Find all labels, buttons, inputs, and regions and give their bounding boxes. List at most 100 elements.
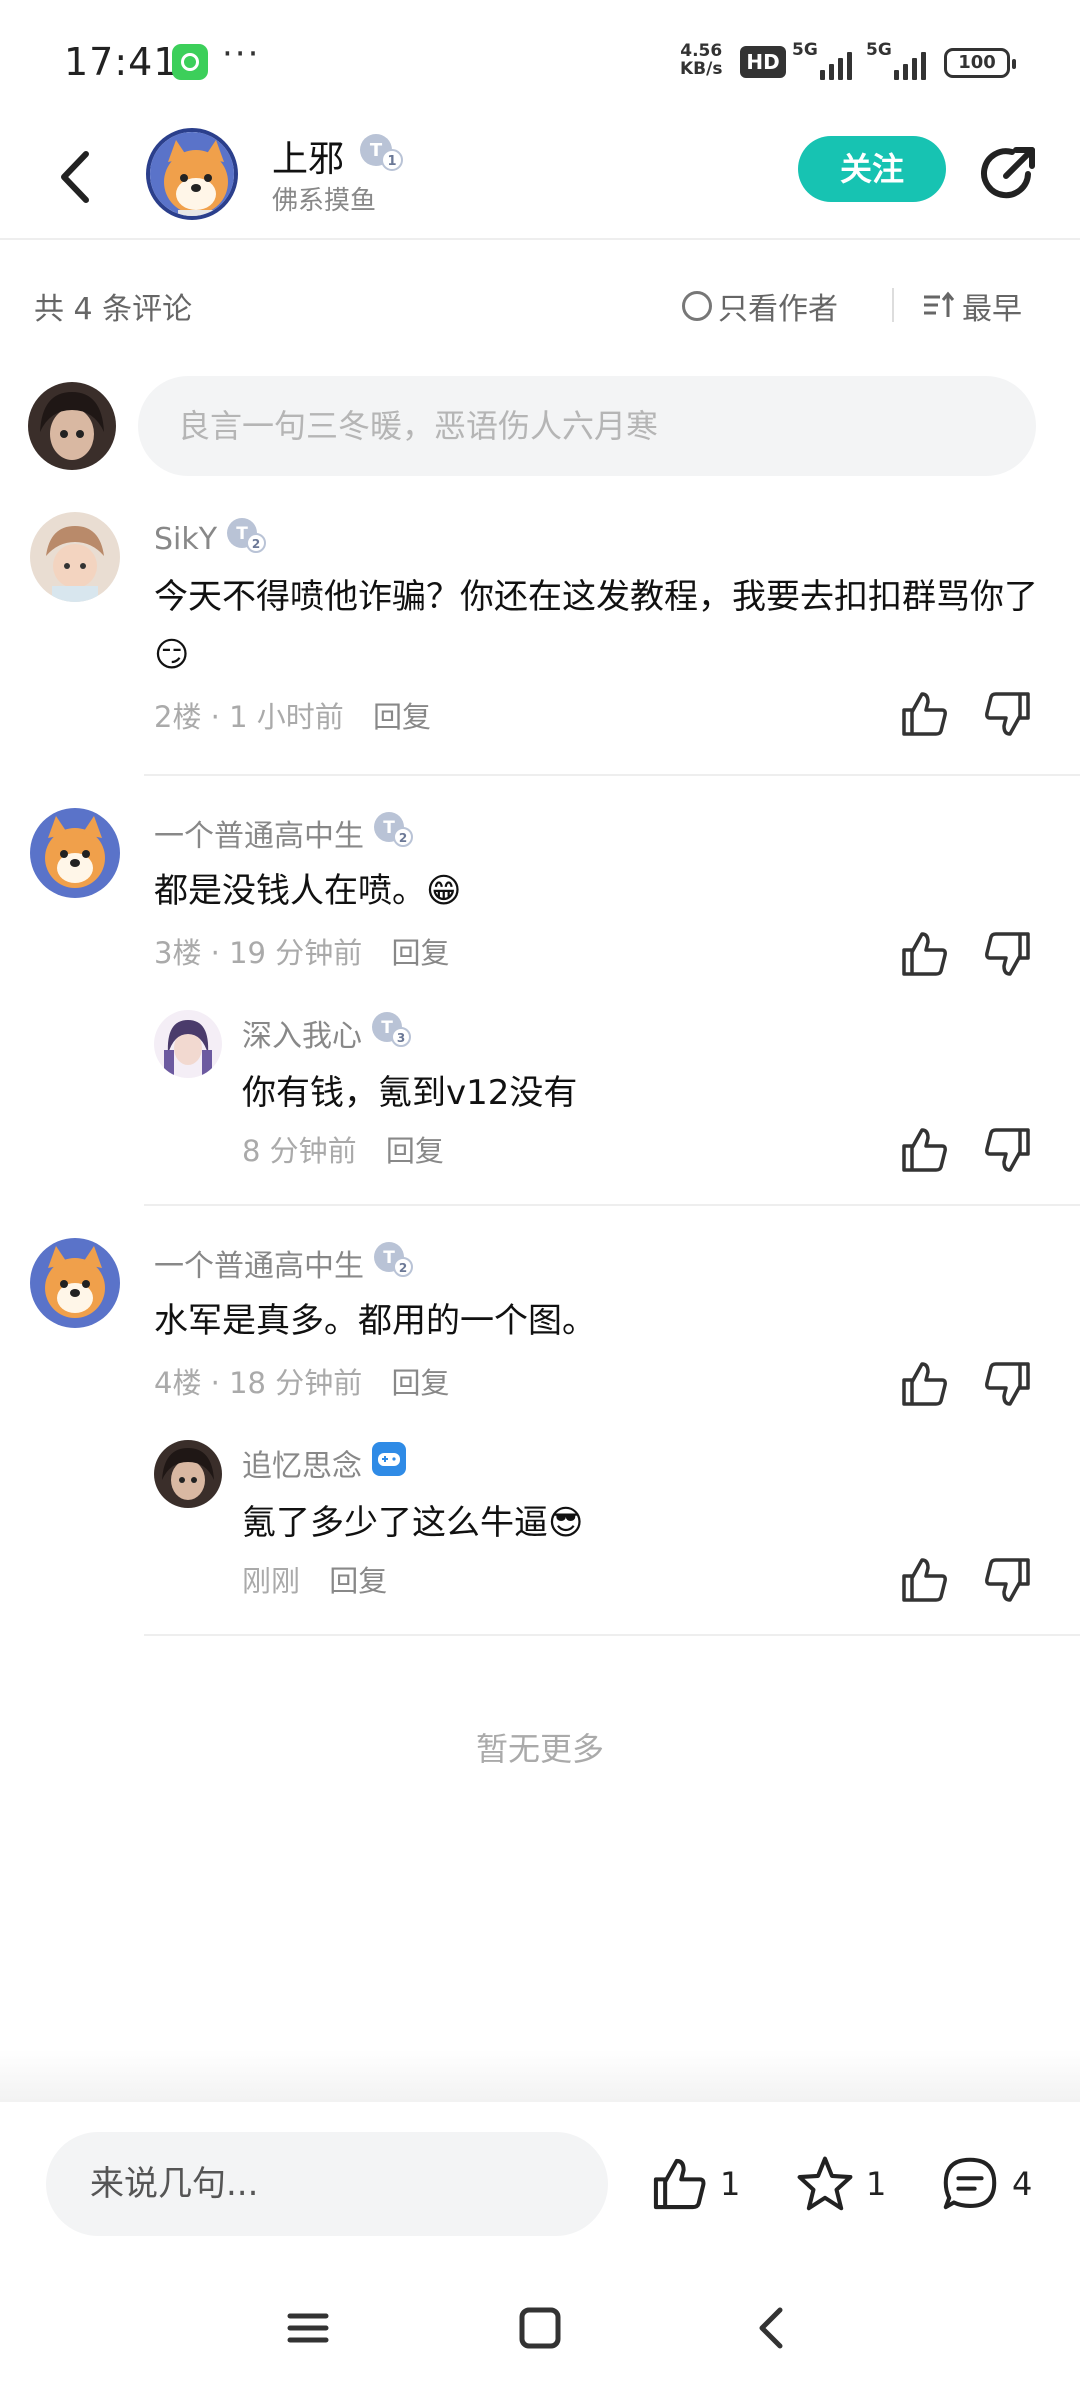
like-button[interactable] [898,928,950,980]
comment-count: 共 4 条评论 [34,292,193,327]
like-button[interactable] [898,1554,950,1606]
author-only-label: 只看作者 [718,292,838,327]
svg-text:2: 2 [399,1261,407,1275]
level-badge-icon: T 1 [358,132,404,176]
sort-button[interactable]: 最早 [922,284,1022,328]
emoji-icon: 😎 [548,1503,584,1543]
commenter-avatar[interactable] [30,1238,120,1328]
radio-circle-icon [682,291,712,321]
status-time: 17:41 [64,40,179,84]
reply-button[interactable]: 回复 [391,936,449,970]
battery-icon: 100 [944,48,1016,78]
dislike-button[interactable] [982,1124,1034,1176]
menu-nav-button[interactable] [278,2298,338,2358]
like-post-button[interactable]: 1 [648,2154,740,2214]
signal-icon-2: 5G [866,40,938,80]
comment-meta: 2楼 · 1 小时前 回复 [154,700,432,734]
divider [892,288,894,322]
svg-text:T: T [370,140,383,161]
svg-text:2: 2 [399,831,407,845]
thumbs-down-icon [985,1362,1030,1406]
svg-text:3: 3 [397,1031,405,1045]
commenter-name[interactable]: SikY T2 [154,516,267,562]
like-button[interactable] [898,1124,950,1176]
thumbs-up-icon [902,932,947,976]
more-notifications-icon: ··· [222,34,261,74]
author-name[interactable]: 上邪 [272,130,344,182]
comment-input[interactable] [138,376,1036,476]
comment-bubble-icon [943,2157,997,2210]
comment-meta-row: 共 4 条评论 只看作者 最早 [0,270,1080,340]
dislike-button[interactable] [982,1358,1034,1410]
svg-text:1: 1 [387,154,396,169]
my-avatar [28,382,116,470]
comment-divider [144,1204,1080,1206]
comment-count-badge: 4 [1012,2165,1033,2203]
commenter-avatar[interactable] [30,808,120,898]
emoji-icon: 😁 [426,871,462,911]
thumbs-down-icon [985,1128,1030,1172]
dislike-button[interactable] [982,1554,1034,1606]
thumbs-up-icon [902,1128,947,1172]
like-count: 1 [720,2165,741,2203]
back-button[interactable] [48,142,108,212]
thumbs-down-icon [985,692,1030,736]
level-badge-icon: T2 [225,516,267,562]
level-badge-icon: T2 [372,1240,414,1286]
like-button[interactable] [898,1358,950,1410]
favorite-button[interactable]: 1 [794,2154,886,2214]
comment-meta: 3楼 · 19 分钟前 回复 [154,936,450,970]
thumbs-up-icon [902,692,947,736]
back-arrow-icon [759,2307,783,2349]
thumbs-down-icon [985,932,1030,976]
comment-text: 今天不得喷他诈骗？你还在这发教程，我要去扣扣群骂你了😏 [154,577,1038,675]
dislike-button[interactable] [982,688,1034,740]
bottom-fade [0,2050,1080,2102]
hd-icon: HD [740,46,786,78]
follow-button[interactable]: 关注 [798,136,946,202]
sort-icon [924,291,955,317]
back-nav-button[interactable] [742,2298,802,2358]
level-badge-icon: T2 [372,810,414,856]
reply-meta: 8 分钟前 回复 [242,1134,444,1168]
svg-text:2: 2 [252,537,260,551]
author-subtitle: 佛系摸鱼 [272,186,377,216]
reply-button[interactable]: 回复 [391,1366,449,1400]
favorite-count: 1 [866,2165,887,2203]
like-button[interactable] [898,688,950,740]
app-notification-icon [172,44,208,80]
reply-button[interactable]: 回复 [386,1134,444,1168]
system-nav-bar [0,2262,1080,2400]
commenter-name[interactable]: 一个普通高中生 T2 [154,1240,414,1286]
comments-button[interactable]: 4 [938,2154,1032,2214]
reply-button[interactable]: 回复 [329,1564,387,1598]
home-nav-button[interactable] [510,2298,570,2358]
commenter-name[interactable]: 一个普通高中生 T2 [154,810,414,856]
reply-button[interactable]: 回复 [373,700,431,734]
comment-text: 都是没钱人在喷。😁 [154,871,462,911]
dislike-button[interactable] [982,928,1034,980]
no-more-label: 暂无更多 [475,1730,604,1768]
comment-divider [144,1634,1080,1636]
menu-icon [287,2313,329,2343]
author-avatar[interactable] [146,128,238,220]
thumbs-up-icon [902,1558,947,1602]
reply-name[interactable]: 追忆思念 [242,1440,408,1486]
commenter-avatar[interactable] [30,512,120,602]
signal-icon: 5G [792,40,864,80]
author-only-toggle[interactable]: 只看作者 [682,284,838,328]
comment-meta: 4楼 · 18 分钟前 回复 [154,1366,450,1400]
reply-avatar[interactable] [154,1440,222,1508]
network-speed: 4.56 KB/s [680,41,723,79]
reply-avatar[interactable] [154,1010,222,1078]
post-header: 上邪 T 1 佛系摸鱼 关注 [0,120,1080,240]
square-icon [519,2307,561,2349]
gamepad-badge-icon [370,1440,408,1486]
share-icon [981,147,1035,199]
thumbs-up-icon [902,1362,947,1406]
reply-text: 你有钱，氪到v12没有 [242,1073,578,1113]
bottom-comment-input[interactable]: 来说几句... [46,2132,608,2236]
reply-name[interactable]: 深入我心 T3 [242,1010,412,1056]
share-button[interactable] [976,142,1040,206]
status-bar: 17:41 ··· 4.56 KB/s HD 5G 5G 100 [0,0,1080,120]
